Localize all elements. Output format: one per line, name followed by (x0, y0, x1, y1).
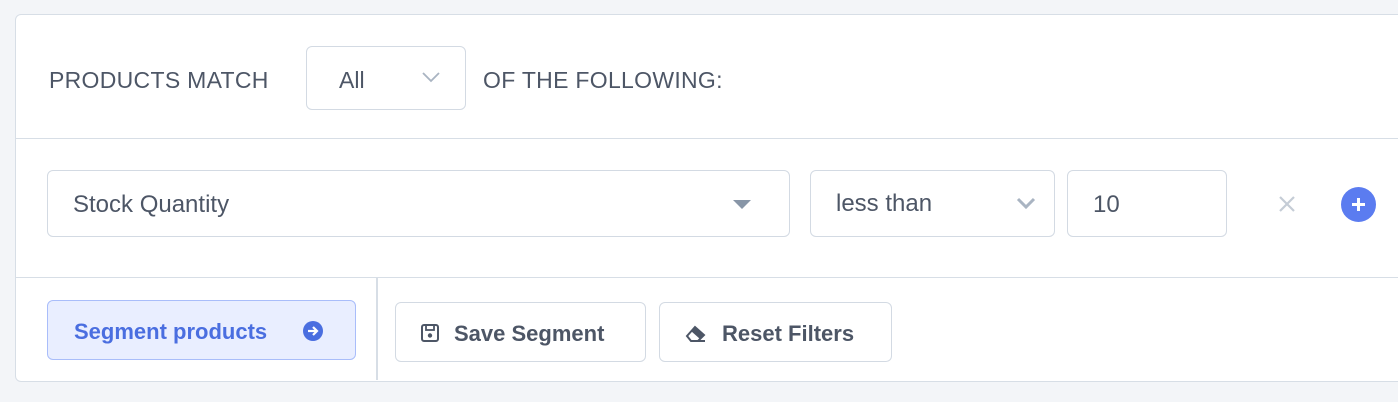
segment-products-button[interactable]: Segment products (47, 300, 356, 360)
save-segment-button[interactable]: Save Segment (395, 302, 646, 362)
reset-filters-button[interactable]: Reset Filters (659, 302, 892, 362)
filter-condition-row: Stock Quantity less than 10 (16, 139, 1398, 278)
match-mode-select[interactable]: All (306, 46, 466, 110)
arrow-circle-right-icon (303, 321, 323, 341)
close-icon[interactable] (1276, 193, 1298, 215)
save-segment-label: Save Segment (454, 321, 605, 346)
filter-operator-select[interactable]: less than (810, 170, 1055, 237)
vertical-divider (376, 278, 378, 380)
add-condition-button[interactable] (1341, 187, 1376, 222)
filter-value-text: 10 (1093, 191, 1120, 218)
filter-field-value: Stock Quantity (73, 191, 230, 218)
match-row: PRODUCTS MATCH All OF THE FOLLOWING: (16, 15, 1398, 139)
plus-icon (1352, 198, 1365, 211)
chevron-down-icon (422, 72, 440, 83)
filter-field-select[interactable]: Stock Quantity (47, 170, 790, 237)
chevron-down-icon (1016, 197, 1036, 210)
caret-down-icon (733, 200, 751, 209)
actions-row: Segment products Save Segment Reset Filt (16, 278, 1398, 383)
match-prefix-label: PRODUCTS MATCH (49, 67, 269, 93)
match-suffix-label: OF THE FOLLOWING: (483, 67, 723, 93)
floppy-disk-icon (421, 324, 439, 342)
segment-filter-card: PRODUCTS MATCH All OF THE FOLLOWING: Sto… (15, 14, 1398, 382)
segment-products-label: Segment products (74, 319, 268, 344)
filter-operator-value: less than (836, 190, 933, 217)
filter-value-input[interactable]: 10 (1067, 170, 1227, 237)
match-mode-value: All (339, 67, 365, 93)
eraser-icon (685, 325, 706, 342)
reset-filters-label: Reset Filters (722, 321, 855, 346)
